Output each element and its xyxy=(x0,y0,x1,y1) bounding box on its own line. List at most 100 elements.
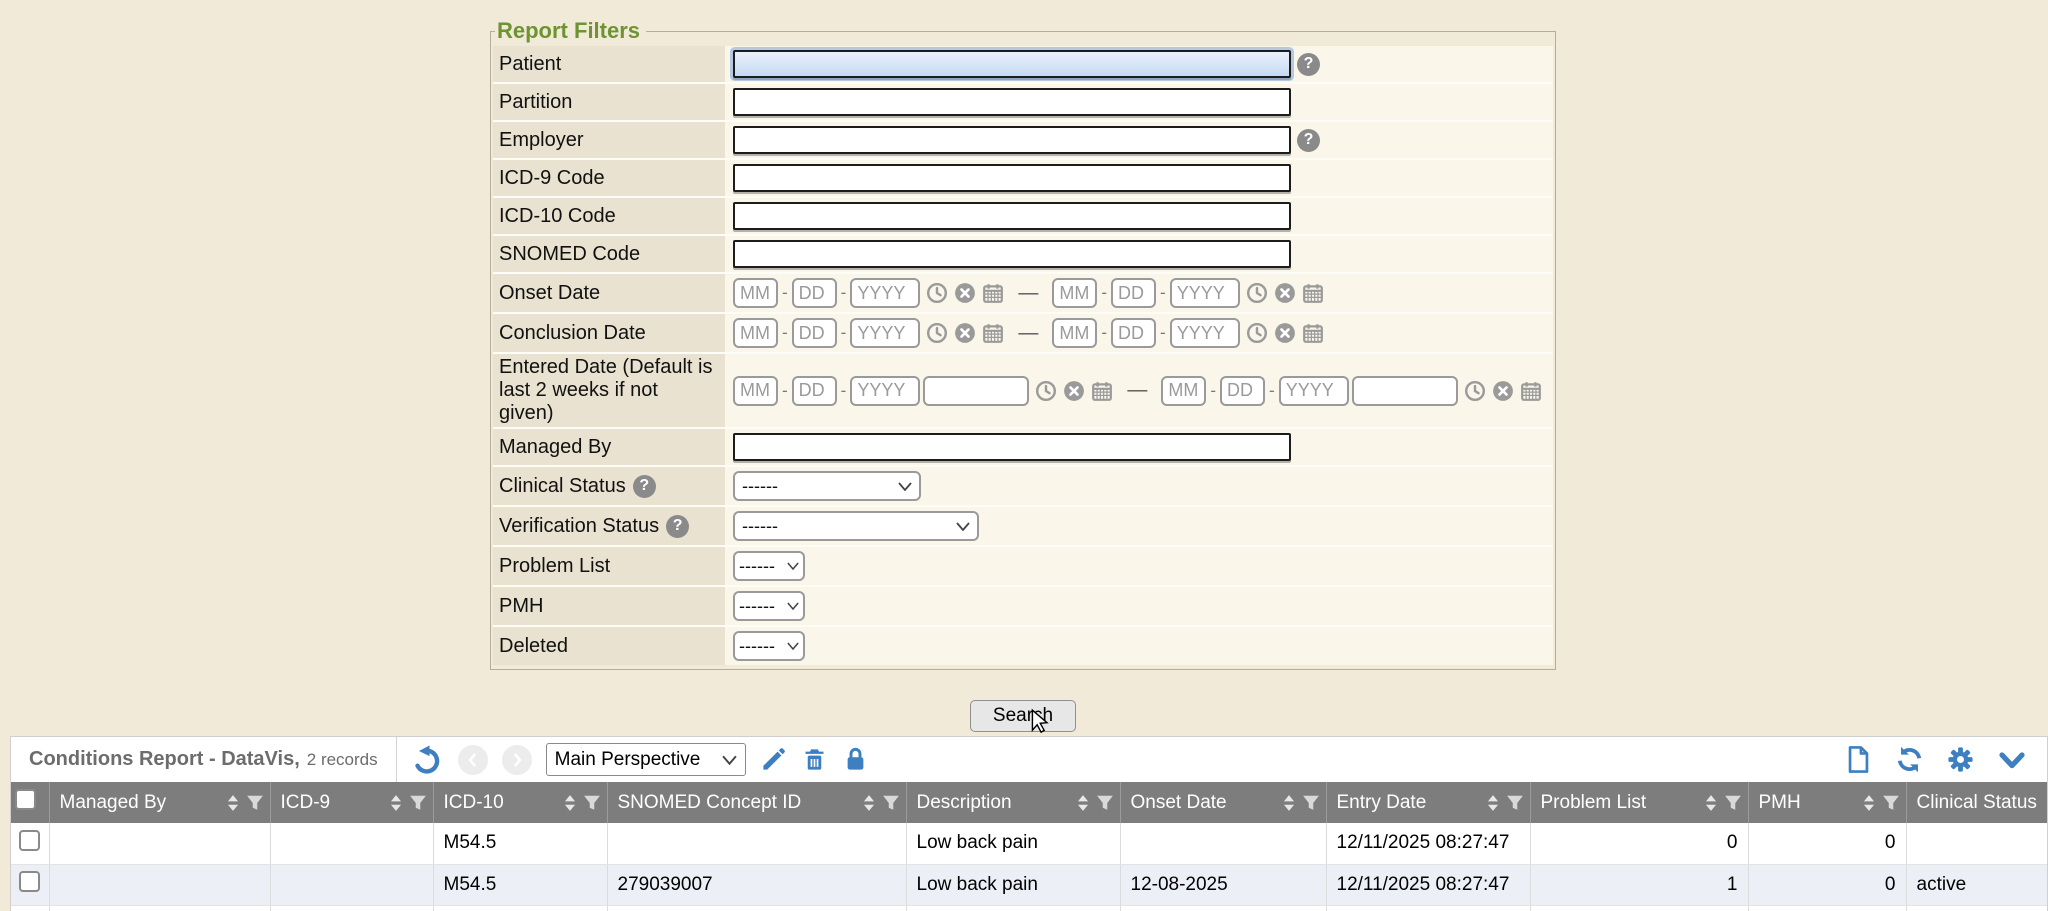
year-input[interactable] xyxy=(1170,278,1240,308)
help-icon[interactable]: ? xyxy=(666,515,689,538)
sort-icon[interactable] xyxy=(862,794,876,812)
sort-icon[interactable] xyxy=(563,794,577,812)
filter-icon[interactable] xyxy=(246,794,264,812)
refresh-icon[interactable] xyxy=(1895,745,1924,774)
pmh-select[interactable]: ------ xyxy=(733,591,805,621)
filter-icon[interactable] xyxy=(1302,794,1320,812)
clock-icon[interactable] xyxy=(926,282,948,304)
row-checkbox[interactable] xyxy=(19,830,40,851)
help-icon[interactable]: ? xyxy=(1297,53,1320,76)
filter-icon[interactable] xyxy=(1506,794,1524,812)
calendar-icon[interactable] xyxy=(1091,380,1113,402)
deleted-select[interactable]: ------ xyxy=(733,631,805,661)
day-input[interactable] xyxy=(792,278,837,308)
year-input[interactable] xyxy=(1279,376,1349,406)
clear-icon[interactable] xyxy=(1274,322,1296,344)
date-separator: - xyxy=(1210,381,1216,401)
filter-row-problem-list: Problem List ------ xyxy=(493,547,1553,587)
help-icon[interactable]: ? xyxy=(633,475,656,498)
filter-icon[interactable] xyxy=(882,794,900,812)
managed-by-input[interactable] xyxy=(733,433,1291,461)
day-input[interactable] xyxy=(1111,318,1156,348)
clear-icon[interactable] xyxy=(954,282,976,304)
clock-icon[interactable] xyxy=(1464,380,1486,402)
year-input[interactable] xyxy=(1170,318,1240,348)
sort-icon[interactable] xyxy=(1704,794,1718,812)
calendar-icon[interactable] xyxy=(1520,380,1542,402)
month-input[interactable] xyxy=(1052,278,1097,308)
day-input[interactable] xyxy=(792,318,837,348)
month-input[interactable] xyxy=(733,376,778,406)
filter-icon[interactable] xyxy=(583,794,601,812)
day-input[interactable] xyxy=(1111,278,1156,308)
new-document-icon[interactable] xyxy=(1844,745,1873,774)
cell-icd9 xyxy=(270,823,433,864)
clear-icon[interactable] xyxy=(1492,380,1514,402)
calendar-icon[interactable] xyxy=(1302,282,1324,304)
snomed-input[interactable] xyxy=(733,240,1291,268)
filter-icon[interactable] xyxy=(1724,794,1742,812)
conditions-report-panel: Conditions Report - DataVis, 2 records M… xyxy=(10,736,2048,911)
forward-icon[interactable] xyxy=(502,745,532,775)
month-input[interactable] xyxy=(1161,376,1206,406)
calendar-icon[interactable] xyxy=(1302,322,1324,344)
clock-icon[interactable] xyxy=(1035,380,1057,402)
undo-icon[interactable] xyxy=(413,744,444,775)
icd9-label: ICD-9 Code xyxy=(499,167,605,190)
problem-list-select[interactable]: ------ xyxy=(733,551,805,581)
verification-status-select[interactable]: ------ xyxy=(733,511,979,541)
partition-input[interactable] xyxy=(733,88,1291,116)
month-input[interactable] xyxy=(1052,318,1097,348)
sort-icon[interactable] xyxy=(1486,794,1500,812)
icd9-input[interactable] xyxy=(733,164,1291,192)
calendar-icon[interactable] xyxy=(982,282,1004,304)
clock-icon[interactable] xyxy=(926,322,948,344)
verification-status-value: ------ xyxy=(742,516,778,537)
clock-icon[interactable] xyxy=(1246,282,1268,304)
collapse-chevron-icon[interactable] xyxy=(1997,745,2027,775)
month-input[interactable] xyxy=(733,278,778,308)
entered-date-label: Entered Date (Default is last 2 weeks if… xyxy=(499,356,717,425)
search-row: Search xyxy=(490,700,1556,732)
icd10-input[interactable] xyxy=(733,202,1291,230)
search-button[interactable]: Search xyxy=(970,700,1076,732)
sort-icon[interactable] xyxy=(389,794,403,812)
month-input[interactable] xyxy=(733,318,778,348)
calendar-icon[interactable] xyxy=(982,322,1004,344)
clear-icon[interactable] xyxy=(954,322,976,344)
lock-icon[interactable] xyxy=(842,746,869,773)
clear-icon[interactable] xyxy=(1063,380,1085,402)
day-input[interactable] xyxy=(792,376,837,406)
employer-input[interactable] xyxy=(733,126,1291,154)
help-icon[interactable]: ? xyxy=(1297,129,1320,152)
year-input[interactable] xyxy=(850,376,920,406)
time-input[interactable] xyxy=(923,376,1029,406)
delete-icon[interactable] xyxy=(801,746,828,773)
clock-icon[interactable] xyxy=(1246,322,1268,344)
patient-input[interactable] xyxy=(733,50,1291,78)
deleted-value: ------ xyxy=(739,636,775,657)
sort-icon[interactable] xyxy=(1862,794,1876,812)
filter-icon[interactable] xyxy=(409,794,427,812)
clinical-status-select[interactable]: ------ xyxy=(733,471,921,501)
select-all-checkbox[interactable] xyxy=(15,789,36,810)
edit-icon[interactable] xyxy=(760,746,787,773)
clear-icon[interactable] xyxy=(1274,282,1296,304)
back-icon[interactable] xyxy=(458,745,488,775)
gear-icon[interactable] xyxy=(1946,745,1975,774)
filter-icon[interactable] xyxy=(1096,794,1114,812)
filter-icon[interactable] xyxy=(1882,794,1900,812)
filter-row-clinical-status: Clinical Status ? ------ xyxy=(493,467,1553,507)
sort-icon[interactable] xyxy=(1282,794,1296,812)
sort-icon[interactable] xyxy=(1076,794,1090,812)
chevron-down-icon xyxy=(787,602,799,610)
year-input[interactable] xyxy=(850,278,920,308)
year-input[interactable] xyxy=(850,318,920,348)
sort-icon[interactable] xyxy=(226,794,240,812)
perspective-select[interactable]: Main Perspective xyxy=(546,743,746,776)
filter-row-icd9: ICD-9 Code xyxy=(493,160,1553,198)
time-input[interactable] xyxy=(1352,376,1458,406)
cell-problem-list: 1 xyxy=(1530,864,1748,905)
day-input[interactable] xyxy=(1220,376,1265,406)
row-checkbox[interactable] xyxy=(19,871,40,892)
